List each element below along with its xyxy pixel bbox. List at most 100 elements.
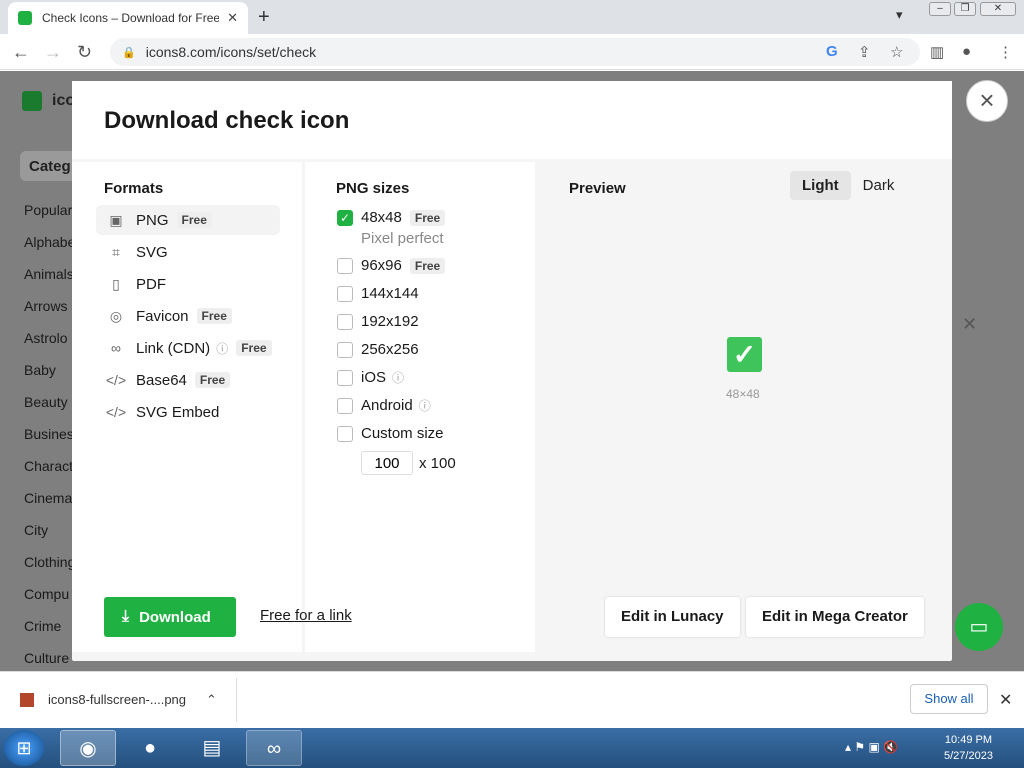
size-label: Android [361, 397, 413, 414]
checkbox[interactable] [337, 425, 353, 442]
side-panel-icon[interactable]: ▥ [930, 43, 944, 61]
category-item[interactable]: Baby [24, 362, 56, 378]
info-icon[interactable]: ⓘ [392, 369, 404, 386]
light-theme-button[interactable]: Light [790, 171, 851, 200]
checkbox[interactable] [337, 257, 353, 274]
custom-width-input[interactable] [361, 451, 413, 475]
format-option-base64[interactable]: </> Base64 Free [96, 365, 280, 395]
system-tray[interactable]: ▴ ⚑ ▣ 🔇 [845, 740, 898, 754]
category-item[interactable]: Arrows [24, 298, 68, 314]
png-file-icon [20, 692, 34, 707]
modal-footer: ⤓ Download Free for a link Edit in Lunac… [72, 591, 952, 661]
size-option-96x96[interactable]: 96x96 Free [337, 257, 446, 274]
site-logo[interactable]: ico [22, 91, 75, 111]
google-lens-icon[interactable]: G [826, 43, 838, 60]
format-option-favicon[interactable]: ◎ Favicon Free [96, 301, 280, 331]
checkbox[interactable]: ✓ [337, 209, 353, 226]
new-tab-button[interactable]: + [258, 6, 270, 29]
category-item[interactable]: Culture [24, 650, 69, 666]
forward-icon[interactable]: → [44, 42, 62, 63]
info-icon[interactable]: ⓘ [216, 340, 228, 357]
category-item[interactable]: Crime [24, 618, 61, 634]
format-option-png[interactable]: ▣ PNG Free [96, 205, 280, 235]
format-option-pdf[interactable]: ▯ PDF [96, 269, 280, 299]
share-icon[interactable]: ⇪ [858, 43, 871, 61]
category-item[interactable]: Compu [24, 586, 69, 602]
checkbox[interactable] [337, 285, 353, 302]
category-item[interactable]: City [24, 522, 48, 538]
minimize-button[interactable]: – [929, 2, 951, 16]
size-label: 256x256 [361, 341, 419, 358]
category-item[interactable]: Clothing [24, 554, 75, 570]
start-button[interactable]: ⊞ [4, 730, 44, 766]
modal-header: Download check icon [72, 81, 952, 159]
category-item[interactable]: Beauty [24, 394, 68, 410]
info-icon[interactable]: ⓘ [419, 397, 431, 414]
formats-column: Formats ▣ PNG Free ⌗ SVG ▯ PDF ◎ Favicon Free ∞ Lin… [72, 162, 302, 652]
browser-tab[interactable]: Check Icons – Download for Free ✕ [8, 2, 248, 34]
app-taskbar-icon[interactable]: ∞ [246, 730, 302, 766]
format-option-link-cdn[interactable]: ∞ Link (CDN) ⓘ Free [96, 333, 280, 363]
reload-icon[interactable]: ↻ [77, 42, 92, 63]
category-item[interactable]: Popular [24, 202, 72, 218]
bookmark-star-icon[interactable]: ☆ [890, 43, 903, 61]
close-downloads-icon[interactable]: ✕ [999, 690, 1012, 710]
size-option-192x192[interactable]: 192x192 [337, 313, 419, 330]
category-item[interactable]: Alphabe [24, 234, 75, 250]
size-option-custom-size[interactable]: Custom size [337, 425, 444, 442]
dark-theme-button[interactable]: Dark [851, 171, 907, 200]
free-for-link-button[interactable]: Free for a link [260, 607, 352, 624]
image-icon: ▣ [109, 211, 123, 228]
format-option-svg[interactable]: ⌗ SVG [96, 237, 280, 267]
edit-in-mega-creator-button[interactable]: Edit in Mega Creator [746, 597, 924, 637]
show-all-button[interactable]: Show all [910, 684, 988, 714]
explorer-taskbar-icon[interactable]: ▤ [184, 730, 240, 766]
chevron-up-icon[interactable]: ⌃ [206, 692, 217, 708]
size-label: Custom size [361, 425, 444, 442]
size-option-android[interactable]: Android ⓘ [337, 397, 431, 414]
category-item[interactable]: Cinema [24, 490, 72, 506]
window-close-button[interactable]: ✕ [980, 2, 1016, 16]
address-bar[interactable]: 🔒 icons8.com/icons/set/check [110, 38, 920, 66]
clock-date: 5/27/2023 [944, 750, 993, 762]
close-icon[interactable]: ✕ [962, 314, 977, 335]
menu-kebab-icon[interactable]: ⋮ [998, 43, 1013, 61]
download-modal: Download check icon Formats ▣ PNG Free ⌗ SVG… [72, 81, 952, 661]
category-item[interactable]: Charact [24, 458, 73, 474]
tab-close-icon[interactable]: ✕ [227, 10, 238, 26]
checkbox[interactable] [337, 341, 353, 358]
size-option-48x48[interactable]: ✓ 48x48 Free [337, 209, 446, 226]
sizes-column: PNG sizes Pixel perfect x 100 ✓ 48x48 Free… [305, 162, 535, 652]
size-option-144x144[interactable]: 144x144 [337, 285, 419, 302]
category-item[interactable]: Animals [24, 266, 74, 282]
firefox-taskbar-icon[interactable]: ● [122, 730, 178, 766]
size-option-256x256[interactable]: 256x256 [337, 341, 419, 358]
divider [236, 678, 237, 722]
category-item[interactable]: Astrolo [24, 330, 68, 346]
edit-in-lunacy-button[interactable]: Edit in Lunacy [605, 597, 740, 637]
browser-toolbar: ← → ↻ 🔒 icons8.com/icons/set/check G ⇪ ☆… [0, 34, 1024, 70]
modal-close-button[interactable]: × [966, 80, 1008, 122]
format-option-svg-embed[interactable]: </> SVG Embed [96, 397, 280, 427]
link-icon: ∞ [111, 340, 121, 356]
clock[interactable]: 10:49 PM 5/27/2023 [944, 732, 993, 764]
tab-strip: Check Icons – Download for Free ✕ + ▾ – … [0, 0, 1024, 34]
back-icon[interactable]: ← [12, 42, 30, 63]
restore-button[interactable]: ❐ [954, 2, 976, 16]
category-item[interactable]: Busines [24, 426, 74, 442]
chat-support-button[interactable]: ▭ [955, 603, 1003, 651]
logo-icon [22, 91, 42, 111]
size-option-ios[interactable]: iOS ⓘ [337, 369, 404, 386]
checkbox[interactable] [337, 369, 353, 386]
download-button[interactable]: ⤓ Download [104, 597, 236, 637]
tab-title: Check Icons – Download for Free [42, 11, 220, 25]
checkbox[interactable] [337, 397, 353, 414]
theme-toggle: Light Dark [790, 171, 906, 200]
checkbox[interactable] [337, 313, 353, 330]
tab-search-chevron-icon[interactable]: ▾ [896, 7, 903, 23]
clock-time: 10:49 PM [944, 734, 993, 746]
custom-height-label: x 100 [419, 454, 456, 472]
download-item[interactable]: icons8-fullscreen-....png [20, 692, 186, 707]
profile-icon[interactable]: ● [962, 43, 971, 60]
chrome-taskbar-icon[interactable]: ◉ [60, 730, 116, 766]
